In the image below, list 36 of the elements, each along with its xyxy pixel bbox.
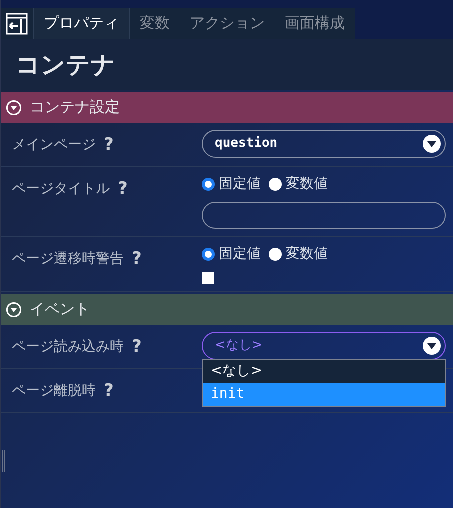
field-label: ページ離脱時 <box>12 382 96 402</box>
radio-label: 変数値 <box>286 174 328 194</box>
help-icon[interactable]: ? <box>104 133 114 158</box>
collapse-icon <box>6 302 22 318</box>
section-header[interactable]: コンテナ設定 <box>1 92 453 123</box>
radio-button[interactable] <box>202 178 215 190</box>
collapse-icon <box>6 100 22 116</box>
radio-label: 変数値 <box>286 244 328 264</box>
select-field[interactable]: question <box>202 130 446 158</box>
tab[interactable]: アクション <box>180 8 275 39</box>
caret-icon <box>423 337 441 355</box>
section-header[interactable]: イベント <box>1 294 453 325</box>
field-label: メインページ <box>12 136 96 156</box>
checkbox[interactable] <box>202 272 214 284</box>
help-icon[interactable]: ? <box>132 247 142 272</box>
section-title: イベント <box>30 299 90 320</box>
help-icon[interactable]: ? <box>118 177 128 202</box>
caret-icon <box>423 135 441 153</box>
field-label: ページ読み込み時 <box>12 338 124 358</box>
field-label: ページタイトル <box>12 180 110 200</box>
tab[interactable]: プロパティ <box>33 8 130 39</box>
text-field[interactable] <box>202 202 446 229</box>
help-icon[interactable]: ? <box>132 335 142 360</box>
tab[interactable]: 画面構成 <box>275 8 355 39</box>
splitter-handle-icon[interactable] <box>2 450 6 472</box>
help-icon[interactable]: ? <box>104 379 114 404</box>
section-title: コンテナ設定 <box>30 97 120 118</box>
panel-title: コンテナ <box>16 50 116 80</box>
field-label: ページ遷移時警告 <box>12 250 124 270</box>
radio-label: 固定値 <box>219 244 261 264</box>
radio-button[interactable] <box>269 248 282 260</box>
tab[interactable]: 変数 <box>130 8 180 39</box>
radio-button[interactable] <box>202 248 215 260</box>
panel-collapse-icon[interactable] <box>6 12 28 34</box>
radio-label: 固定値 <box>219 174 261 194</box>
radio-button[interactable] <box>269 178 282 190</box>
